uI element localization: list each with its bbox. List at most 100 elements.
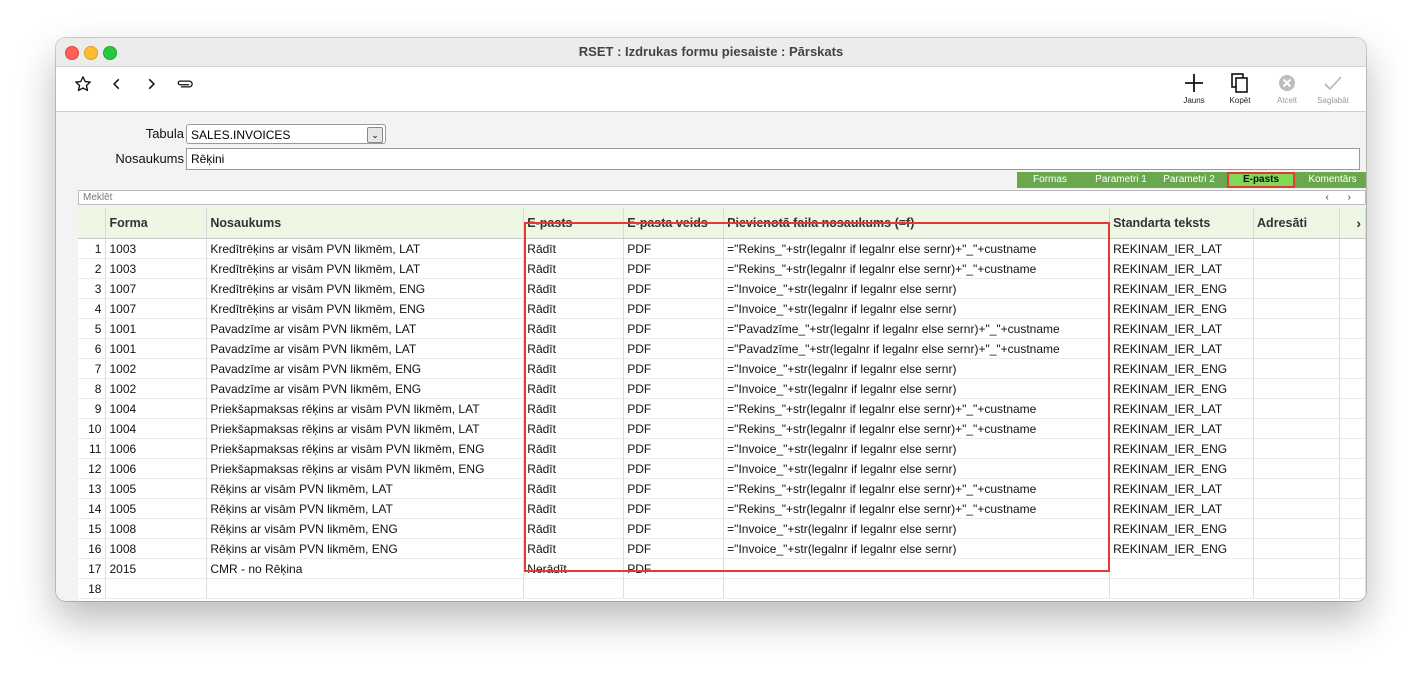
tab-e-pasts[interactable]: E-pasts <box>1227 172 1295 188</box>
nosaukums-cell[interactable]: Rēķins ar visām PVN likmēm, LAT <box>206 498 525 519</box>
attachment-name-cell[interactable]: ="Pavadzīme_"+str(legalnr if legalnr els… <box>723 338 1111 359</box>
e-pasts-cell[interactable]: Rādīt <box>523 298 625 319</box>
forma-cell[interactable]: 1006 <box>105 458 208 479</box>
e-pasta-veids-cell[interactable]: PDF <box>623 298 725 319</box>
e-pasts-cell[interactable]: Rādīt <box>523 258 625 279</box>
e-pasts-cell[interactable]: Rādīt <box>523 438 625 459</box>
attachment-name-cell[interactable]: ="Rekins_"+str(legalnr if legalnr else s… <box>723 478 1111 499</box>
forma-cell[interactable]: 1002 <box>105 378 208 399</box>
forma-cell[interactable]: 2015 <box>105 558 208 579</box>
e-pasta-veids-cell[interactable]: PDF <box>623 398 725 419</box>
standarta-teksts-cell[interactable]: REKINAM_IER_LAT <box>1109 318 1255 339</box>
nosaukums-cell[interactable]: Pavadzīme ar visām PVN likmēm, LAT <box>206 318 525 339</box>
attachment-name-cell[interactable]: ="Rekins_"+str(legalnr if legalnr else s… <box>723 498 1111 519</box>
e-pasts-cell[interactable]: Rādīt <box>523 458 625 479</box>
table-row[interactable]: 8 1002 Pavadzīme ar visām PVN likmēm, ENG R… <box>78 378 1366 399</box>
attachment-name-cell[interactable]: ="Invoice_"+str(legalnr if legalnr else … <box>723 518 1111 539</box>
e-pasta-veids-cell[interactable] <box>623 578 725 599</box>
nosaukums-cell[interactable]: Priekšapmaksas rēķins ar visām PVN likmē… <box>206 398 525 419</box>
tab-formas[interactable]: Formas <box>1017 172 1083 188</box>
nosaukums-cell[interactable] <box>206 578 525 599</box>
e-pasts-cell[interactable]: Rādīt <box>523 358 625 379</box>
e-pasta-veids-cell[interactable]: PDF <box>623 258 725 279</box>
nosaukums-cell[interactable]: Kredītrēķins ar visām PVN likmēm, ENG <box>206 278 525 299</box>
search-nav-arrows[interactable]: ‹ › <box>1326 191 1359 204</box>
attachment-name-cell[interactable] <box>723 558 1111 579</box>
e-pasts-cell[interactable]: Rādīt <box>523 498 625 519</box>
e-pasts-cell[interactable]: Rādīt <box>523 398 625 419</box>
table-row[interactable]: 13 1005 Rēķins ar visām PVN likmēm, LAT Rād… <box>78 478 1366 499</box>
forma-cell[interactable]: 1007 <box>105 278 208 299</box>
adresati-cell[interactable] <box>1253 558 1340 579</box>
e-pasts-cell[interactable]: Rādīt <box>523 318 625 339</box>
nosaukums-cell[interactable]: Pavadzīme ar visām PVN likmēm, ENG <box>206 358 525 379</box>
adresati-cell[interactable] <box>1253 318 1340 339</box>
table-row[interactable]: 4 1007 Kredītrēķins ar visām PVN likmēm, E… <box>78 298 1366 319</box>
adresati-cell[interactable] <box>1253 358 1340 379</box>
forma-cell[interactable]: 1003 <box>105 258 208 279</box>
nosaukums-cell[interactable]: Priekšapmaksas rēķins ar visām PVN likmē… <box>206 438 525 459</box>
table-row[interactable]: 14 1005 Rēķins ar visām PVN likmēm, LAT Rād… <box>78 498 1366 519</box>
e-pasts-cell[interactable]: Rādīt <box>523 278 625 299</box>
standarta-teksts-cell[interactable]: REKINAM_IER_ENG <box>1109 358 1255 379</box>
attachment-name-cell[interactable]: ="Pavadzīme_"+str(legalnr if legalnr els… <box>723 318 1111 339</box>
attachment-name-cell[interactable] <box>723 578 1111 599</box>
nosaukums-cell[interactable]: Priekšapmaksas rēķins ar visām PVN likmē… <box>206 458 525 479</box>
attachment-name-cell[interactable]: ="Invoice_"+str(legalnr if legalnr else … <box>723 378 1111 399</box>
adresati-cell[interactable] <box>1253 398 1340 419</box>
e-pasta-veids-cell[interactable]: PDF <box>623 318 725 339</box>
standarta-teksts-cell[interactable]: REKINAM_IER_LAT <box>1109 338 1255 359</box>
adresati-cell[interactable] <box>1253 518 1340 539</box>
e-pasta-veids-cell[interactable]: PDF <box>623 458 725 479</box>
adresati-cell[interactable] <box>1253 338 1340 359</box>
attachment-name-cell[interactable]: ="Rekins_"+str(legalnr if legalnr else s… <box>723 418 1111 439</box>
standarta-teksts-cell[interactable]: REKINAM_IER_ENG <box>1109 378 1255 399</box>
table-row[interactable]: 11 1006 Priekšapmaksas rēķins ar visām PVN… <box>78 438 1366 459</box>
table-row[interactable]: 15 1008 Rēķins ar visām PVN likmēm, ENG Rād… <box>78 518 1366 539</box>
forma-cell[interactable]: 1001 <box>105 318 208 339</box>
col-header-attachment-name[interactable]: Pievienotā faila nosaukums (=f) <box>723 208 1111 239</box>
attachment-name-cell[interactable]: ="Invoice_"+str(legalnr if legalnr else … <box>723 458 1111 479</box>
attachment-name-cell[interactable]: ="Rekins_"+str(legalnr if legalnr else s… <box>723 238 1111 259</box>
e-pasta-veids-cell[interactable]: PDF <box>623 518 725 539</box>
e-pasta-veids-cell[interactable]: PDF <box>623 338 725 359</box>
adresati-cell[interactable] <box>1253 498 1340 519</box>
forma-cell[interactable]: 1002 <box>105 358 208 379</box>
table-select[interactable]: SALES.INVOICES ⌄ <box>186 124 386 144</box>
nosaukums-cell[interactable]: Rēķins ar visām PVN likmēm, ENG <box>206 518 525 539</box>
attachment-name-cell[interactable]: ="Rekins_"+str(legalnr if legalnr else s… <box>723 258 1111 279</box>
e-pasta-veids-cell[interactable]: PDF <box>623 418 725 439</box>
forma-cell[interactable]: 1004 <box>105 418 208 439</box>
e-pasts-cell[interactable]: Rādīt <box>523 518 625 539</box>
forma-cell[interactable] <box>105 578 208 599</box>
attachment-name-cell[interactable]: ="Invoice_"+str(legalnr if legalnr else … <box>723 438 1111 459</box>
more-columns-icon[interactable]: › <box>1339 208 1366 239</box>
e-pasta-veids-cell[interactable]: PDF <box>623 538 725 559</box>
e-pasta-veids-cell[interactable]: PDF <box>623 498 725 519</box>
nosaukums-cell[interactable]: Rēķins ar visām PVN likmēm, LAT <box>206 478 525 499</box>
forma-cell[interactable]: 1008 <box>105 518 208 539</box>
forma-cell[interactable]: 1008 <box>105 538 208 559</box>
col-header-forma[interactable]: Forma <box>105 208 208 239</box>
attachment-name-cell[interactable]: ="Invoice_"+str(legalnr if legalnr else … <box>723 538 1111 559</box>
attachment-name-cell[interactable]: ="Rekins_"+str(legalnr if legalnr else s… <box>723 398 1111 419</box>
forma-cell[interactable]: 1006 <box>105 438 208 459</box>
col-header-e-pasta-veids[interactable]: E-pasta veids <box>623 208 725 239</box>
adresati-cell[interactable] <box>1253 278 1340 299</box>
adresati-cell[interactable] <box>1253 418 1340 439</box>
adresati-cell[interactable] <box>1253 238 1340 259</box>
standarta-teksts-cell[interactable]: REKINAM_IER_ENG <box>1109 298 1255 319</box>
star-icon[interactable] <box>72 73 94 95</box>
standarta-teksts-cell[interactable]: REKINAM_IER_LAT <box>1109 498 1255 519</box>
tab-parametri-2[interactable]: Parametri 2 <box>1157 172 1221 188</box>
col-header-e-pasts[interactable]: E-pasts <box>523 208 625 239</box>
standarta-teksts-cell[interactable]: REKINAM_IER_LAT <box>1109 478 1255 499</box>
table-row[interactable]: 12 1006 Priekšapmaksas rēķins ar visām PVN… <box>78 458 1366 479</box>
e-pasts-cell[interactable]: Rādīt <box>523 338 625 359</box>
cancel-button[interactable]: Atcelt <box>1267 71 1307 111</box>
name-field[interactable]: Rēķini <box>186 148 1360 170</box>
e-pasts-cell[interactable]: Nerādīt <box>523 558 625 579</box>
e-pasta-veids-cell[interactable]: PDF <box>623 478 725 499</box>
adresati-cell[interactable] <box>1253 538 1340 559</box>
standarta-teksts-cell[interactable]: REKINAM_IER_ENG <box>1109 538 1255 559</box>
